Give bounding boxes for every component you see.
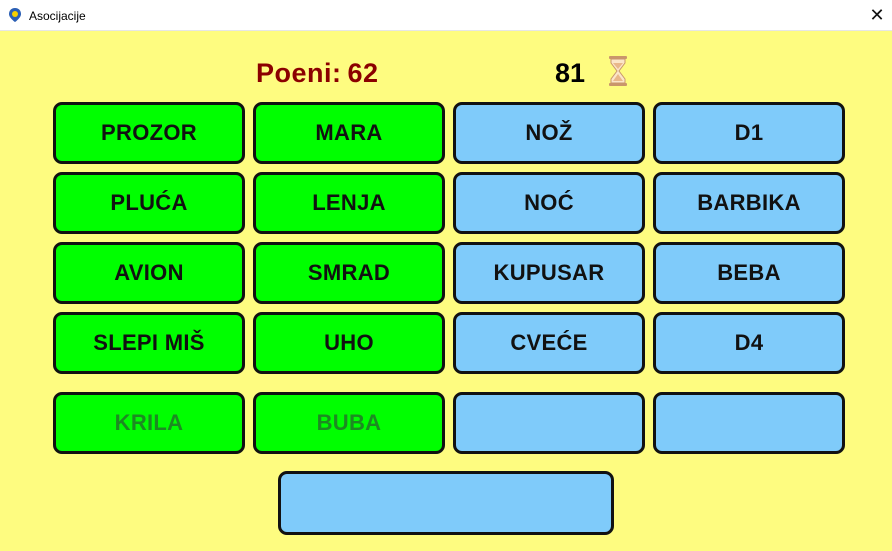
tile-a1[interactable]: PROZOR (53, 102, 245, 164)
close-button[interactable]: ✕ (862, 0, 892, 30)
tile-d1[interactable]: D1 (653, 102, 845, 164)
tile-a2[interactable]: PLUĆA (53, 172, 245, 234)
tile-b1[interactable]: MARA (253, 102, 445, 164)
timer-value: 81 (555, 57, 586, 88)
tile-c3[interactable]: KUPUSAR (453, 242, 645, 304)
app-icon (9, 8, 21, 22)
tile-a3[interactable]: AVION (53, 242, 245, 304)
tile-b2[interactable]: LENJA (253, 172, 445, 234)
score-label: Poeni: (256, 57, 342, 88)
timer-display: 81 (555, 56, 585, 90)
tile-c2[interactable]: NOĆ (453, 172, 645, 234)
tile-c4[interactable]: CVEĆE (453, 312, 645, 374)
tile-b4[interactable]: UHO (253, 312, 445, 374)
tile-a4[interactable]: SLEPI MIŠ (53, 312, 245, 374)
score-value: 62 (347, 57, 379, 88)
column-d-solution[interactable] (653, 392, 845, 454)
tile-c1[interactable]: NOŽ (453, 102, 645, 164)
column-a-solution[interactable]: KRILA (53, 392, 245, 454)
tile-d3[interactable]: BEBA (653, 242, 845, 304)
score-display: Poeni: 62 (256, 56, 379, 90)
tile-b3[interactable]: SMRAD (253, 242, 445, 304)
hourglass-icon (609, 56, 627, 86)
column-c-solution[interactable] (453, 392, 645, 454)
column-b-solution[interactable]: BUBA (253, 392, 445, 454)
final-solution-field[interactable] (278, 471, 614, 535)
close-icon: ✕ (869, 4, 885, 25)
window-title: Asocijacije (29, 9, 86, 23)
tile-d4[interactable]: D4 (653, 312, 845, 374)
title-bar: Asocijacije ✕ (0, 0, 892, 31)
tile-d2[interactable]: BARBIKA (653, 172, 845, 234)
